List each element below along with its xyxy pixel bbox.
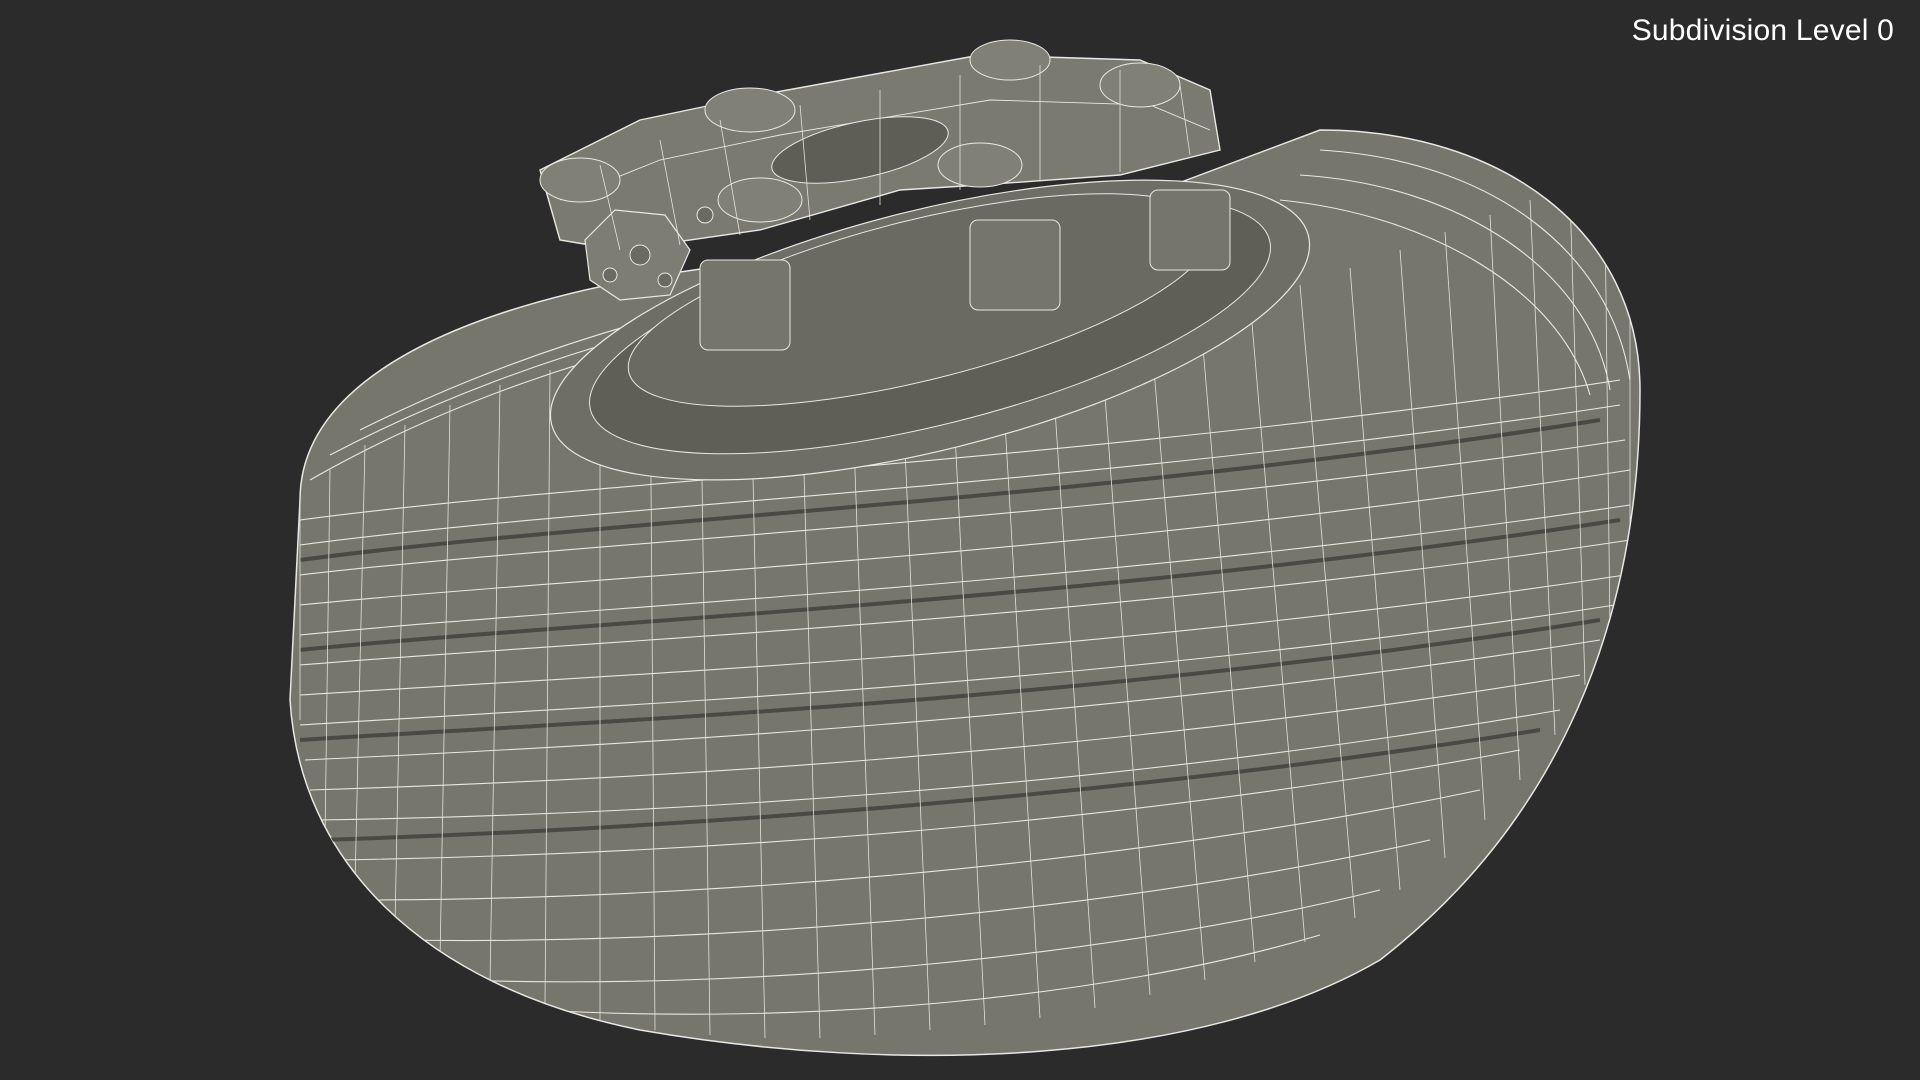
3d-viewport[interactable]: Subdivision Level 0 (0, 0, 1920, 1080)
wireframe-tire-model (289, 39, 1641, 1057)
subdivision-level-label: Subdivision Level 0 (1631, 14, 1894, 47)
